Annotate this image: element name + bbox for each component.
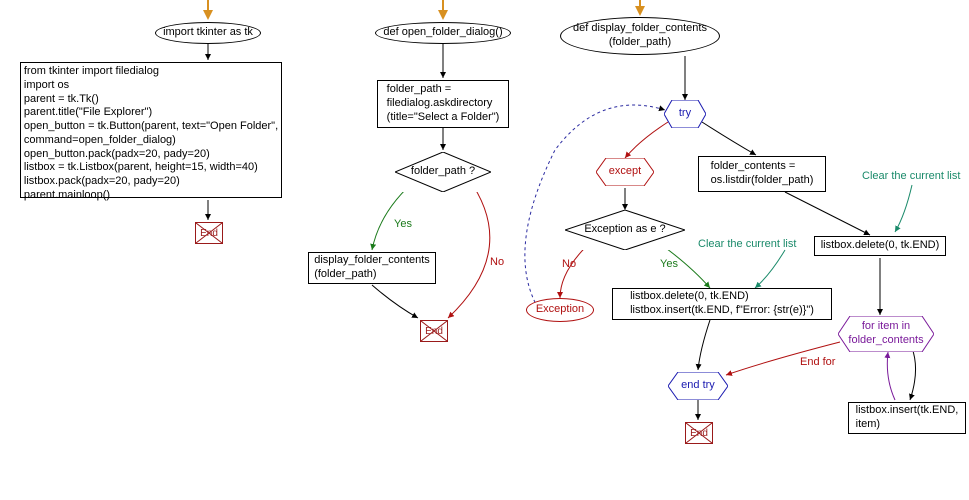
node-text: display_folder_contents (folder_path) <box>314 254 430 282</box>
end-for-label: End for <box>800 356 835 368</box>
node-text: listbox.delete(0, tk.END) listbox.insert… <box>630 290 814 318</box>
node-text: listbox.delete(0, tk.END) <box>821 239 940 253</box>
process-node: folder_contents = os.listdir(folder_path… <box>698 156 826 192</box>
process-node: listbox.delete(0, tk.END) listbox.insert… <box>612 288 832 320</box>
node-text: import tkinter as tk <box>163 26 253 40</box>
process-node: from tkinter import filedialog import os… <box>20 62 282 198</box>
try-node: try <box>664 100 706 128</box>
node-text: folder_path ? <box>405 165 481 179</box>
annotation-text: Clear the current list <box>862 170 960 182</box>
node-text: def display_folder_contents (folder_path… <box>573 22 707 50</box>
node-text: end try <box>672 379 724 393</box>
yes-label: Yes <box>394 218 412 230</box>
end-try-node: end try <box>668 372 728 400</box>
node-text: try <box>668 107 702 121</box>
process-node: listbox.insert(tk.END, item) <box>848 402 966 434</box>
node-text: End <box>200 228 218 239</box>
end-node: End <box>195 222 223 244</box>
end-node: End <box>420 320 448 342</box>
node-text: listbox.insert(tk.END, item) <box>856 404 959 432</box>
node-text: folder_contents = os.listdir(folder_path… <box>711 160 814 188</box>
node-text: for item in folder_contents <box>842 320 930 348</box>
node-text: except <box>600 165 650 179</box>
no-label: No <box>490 256 504 268</box>
entry-line <box>442 0 444 12</box>
decision-node: folder_path ? <box>395 152 491 192</box>
process-node: listbox.delete(0, tk.END) <box>814 236 946 256</box>
node-text: End <box>690 428 708 439</box>
for-loop-node: for item in folder_contents <box>838 316 934 352</box>
start-node: def open_folder_dialog() <box>375 22 511 44</box>
process-node: folder_path = filedialog.askdirectory (t… <box>377 80 509 128</box>
annotation-text: Clear the current list <box>698 238 796 250</box>
process-node: display_folder_contents (folder_path) <box>308 252 436 284</box>
yes-label: Yes <box>660 258 678 270</box>
start-node: def display_folder_contents (folder_path… <box>560 17 720 55</box>
entry-line <box>207 0 209 12</box>
node-text: End <box>425 326 443 337</box>
no-label: No <box>562 258 576 270</box>
start-node: import tkinter as tk <box>155 22 261 44</box>
node-text: folder_path = filedialog.askdirectory (t… <box>387 83 500 124</box>
node-text: def open_folder_dialog() <box>383 26 502 40</box>
end-node: End <box>685 422 713 444</box>
entry-line <box>639 0 641 12</box>
except-node: except <box>596 158 654 186</box>
node-text: from tkinter import filedialog import os… <box>24 65 278 203</box>
node-text: Exception <box>536 303 584 317</box>
node-text: Exception as e ? <box>578 223 671 237</box>
exception-node: Exception <box>526 298 594 322</box>
decision-node: Exception as e ? <box>565 210 685 250</box>
